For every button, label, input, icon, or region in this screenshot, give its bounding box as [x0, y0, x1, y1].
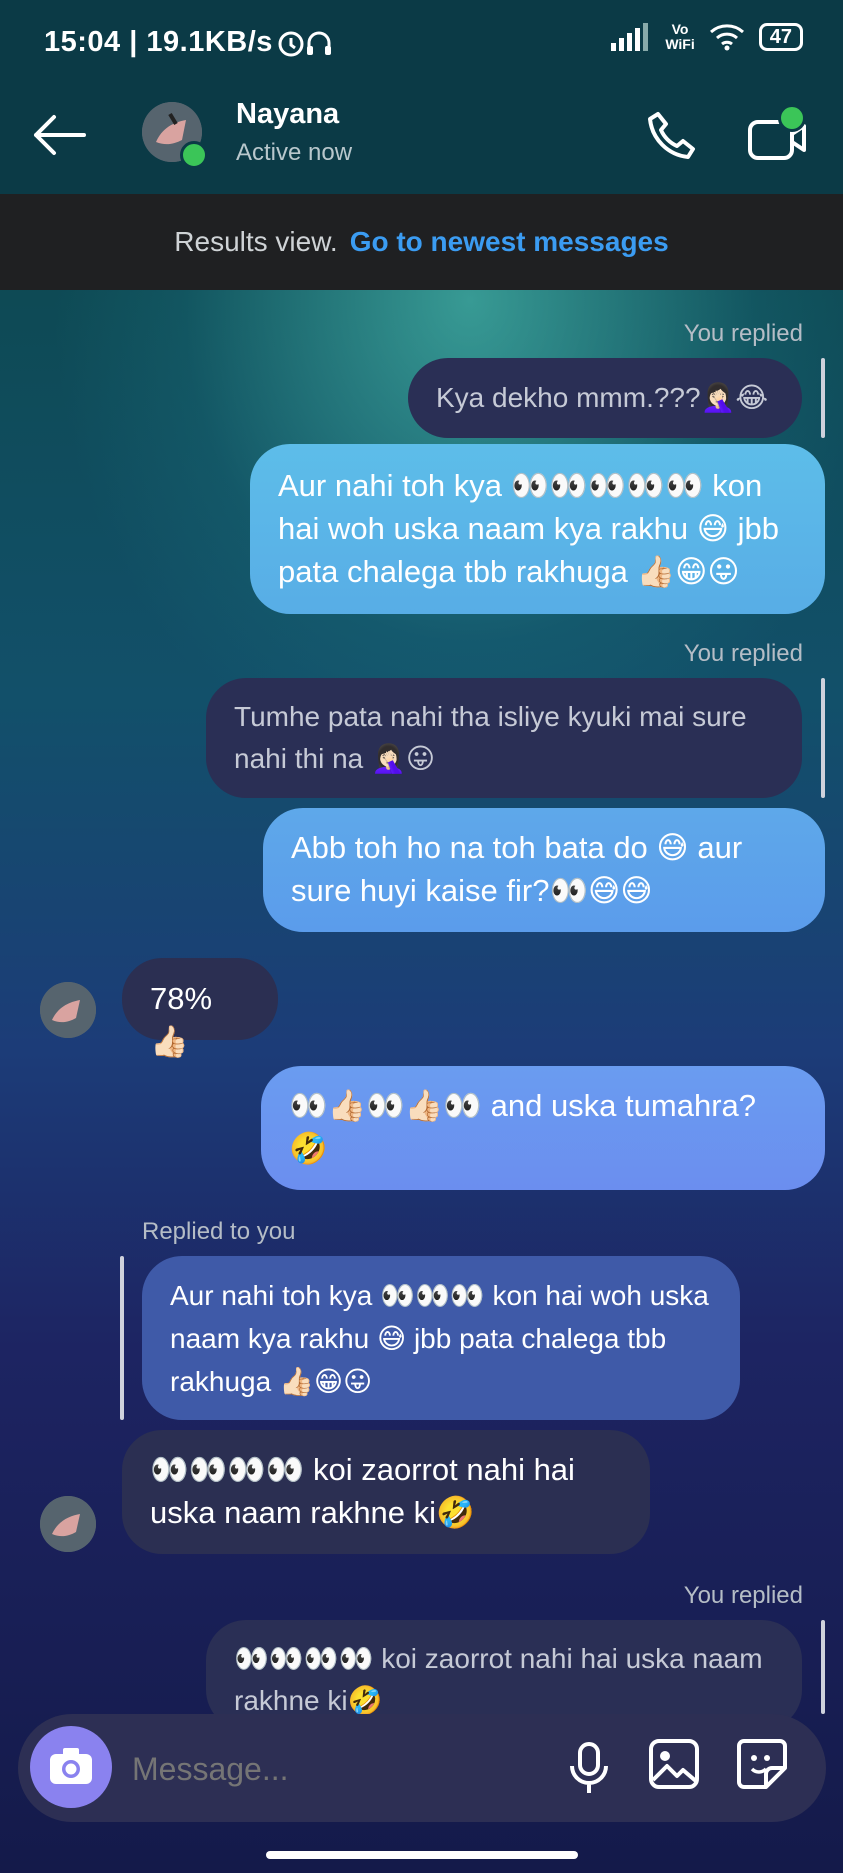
headphones-icon: [304, 28, 334, 63]
results-view-bar: Results view. Go to newest messages: [0, 194, 843, 290]
sent-message[interactable]: Abb toh ho na toh bata do 😅 aur sure huy…: [263, 808, 825, 932]
gallery-icon[interactable]: [646, 1736, 702, 1797]
contact-avatar-small[interactable]: [40, 1496, 96, 1552]
phone-icon[interactable]: [642, 106, 702, 166]
chat-header: [0, 90, 843, 194]
quoted-message[interactable]: Kya dekho mmm.???🤦🏻‍♀️😂: [408, 358, 802, 438]
quoted-message[interactable]: Tumhe pata nahi tha isliye kyuki mai sur…: [206, 678, 802, 798]
alarm-icon: [276, 28, 306, 63]
presence-status: Active now: [236, 139, 353, 166]
camera-button[interactable]: [30, 1726, 112, 1808]
online-indicator: [180, 141, 208, 169]
received-message[interactable]: 78%👍🏻: [122, 958, 278, 1059]
contact-avatar-small[interactable]: [40, 982, 96, 1038]
reply-meta: You replied: [683, 1582, 803, 1609]
reply-meta: You replied: [683, 320, 803, 347]
quoted-message[interactable]: Aur nahi toh kya 👀👀👀 kon hai woh uska na…: [142, 1256, 740, 1420]
battery-indicator: 47: [758, 23, 803, 51]
contact-name[interactable]: Nayana: [236, 98, 339, 131]
go-to-newest-link[interactable]: Go to newest messages: [350, 226, 669, 258]
quote-bar: [120, 1256, 124, 1420]
message-input[interactable]: [130, 1748, 534, 1790]
home-indicator[interactable]: [266, 1851, 578, 1859]
wifi-icon: [709, 24, 744, 51]
vowifi-bottom: WiFi: [665, 36, 695, 52]
quote-bar: [821, 358, 825, 438]
back-arrow-icon[interactable]: [30, 110, 90, 160]
vowifi-indicator: Vo WiFi: [665, 22, 694, 52]
sent-message[interactable]: Aur nahi toh kya 👀👀👀👀👀 kon hai woh uska …: [250, 444, 825, 614]
vowifi-top: Vo: [671, 21, 689, 37]
sent-message[interactable]: 👀👍🏻👀👍🏻👀 and uska tumahra? 🤣: [261, 1066, 825, 1190]
received-message[interactable]: 👀👀👀👀 koi zaorrot nahi hai uska naam rakh…: [122, 1430, 650, 1554]
camera-icon: [50, 1748, 92, 1784]
results-view-label: Results view.: [174, 226, 338, 257]
microphone-icon[interactable]: [564, 1738, 614, 1803]
reply-meta: You replied: [683, 640, 803, 667]
status-time: 15:04 | 19.1KB/s: [44, 26, 273, 58]
sticker-icon[interactable]: [734, 1736, 790, 1797]
reply-meta: Replied to you: [142, 1218, 296, 1245]
status-indicators: Vo WiFi 47: [611, 22, 803, 52]
video-online-dot: [778, 104, 806, 132]
quote-bar: [821, 1620, 825, 1714]
quote-bar: [821, 678, 825, 798]
signal-icon: [611, 23, 649, 51]
